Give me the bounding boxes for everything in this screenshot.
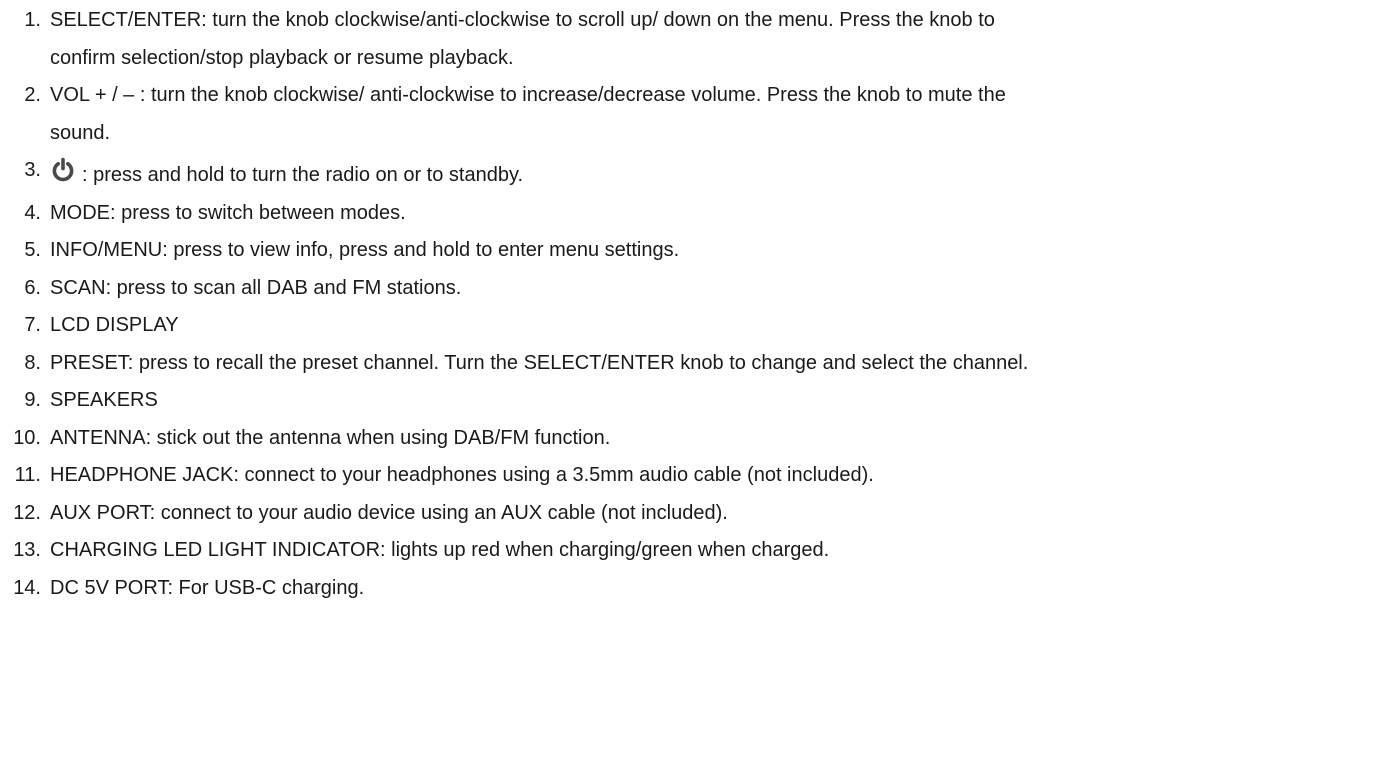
item-number: 7. [24, 314, 41, 336]
item-number: 14. [13, 576, 41, 599]
item-body: SELECT/ENTER: turn the knob clockwise/an… [50, 7, 1398, 71]
item-number: 13. [13, 539, 41, 561]
item-text-line: VOL + / – : turn the knob clockwise/ ant… [50, 84, 1006, 106]
list-item-14: 14. DC 5V PORT: For USB-C charging. [0, 575, 1398, 601]
item-body: : press and hold to turn the radio on or… [50, 157, 1398, 188]
list-item-2: 2. VOL + / – : turn the knob clockwise/ … [0, 82, 1398, 146]
list-item-10: 10. ANTENNA: stick out the antenna when … [0, 425, 1398, 451]
list-item-6: 6. SCAN: press to scan all DAB and FM st… [0, 275, 1398, 301]
item-text: PRESET: press to recall the preset chann… [50, 351, 1029, 374]
list-item-3: 3. : press and hold to turn the radio on… [0, 157, 1398, 188]
list-item-5: 5. INFO/MENU: press to view info, press … [0, 237, 1398, 263]
item-text-line: confirm selection/stop playback or resum… [50, 46, 514, 69]
item-number: 5. [24, 239, 41, 261]
item-number: 1. [24, 9, 41, 31]
item-number: 12. [13, 501, 41, 524]
item-number: 6. [24, 276, 41, 299]
item-number: 9. [24, 389, 41, 411]
list-item-1: 1. SELECT/ENTER: turn the knob clockwise… [0, 7, 1398, 71]
item-text-line: sound. [50, 121, 111, 144]
item-text: ANTENNA: stick out the antenna when usin… [50, 426, 611, 449]
controls-list: 1. SELECT/ENTER: turn the knob clockwise… [0, 7, 1398, 601]
list-item-13: 13. CHARGING LED LIGHT INDICATOR: lights… [0, 537, 1398, 563]
manual-page: 1. SELECT/ENTER: turn the knob clockwise… [0, 0, 1398, 764]
item-text: SCAN: press to scan all DAB and FM stati… [50, 276, 462, 299]
item-number: 3. [24, 159, 41, 181]
item-text-line: SELECT/ENTER: turn the knob clockwise/an… [50, 9, 995, 31]
list-item-8: 8. PRESET: press to recall the preset ch… [0, 350, 1398, 376]
item-number: 2. [24, 84, 41, 106]
power-icon [50, 157, 76, 183]
item-number: 10. [13, 426, 41, 449]
item-number: 11. [14, 464, 41, 486]
item-text: SPEAKERS [50, 389, 158, 411]
item-number: 4. [24, 201, 41, 224]
list-item-11: 11. HEADPHONE JACK: connect to your head… [0, 462, 1398, 488]
item-text: INFO/MENU: press to view info, press and… [50, 239, 680, 261]
list-item-12: 12. AUX PORT: connect to your audio devi… [0, 500, 1398, 526]
item-text: MODE: press to switch between modes. [50, 201, 406, 224]
item-text: HEADPHONE JACK: connect to your headphon… [50, 464, 874, 486]
item-text: AUX PORT: connect to your audio device u… [50, 501, 728, 524]
item-number: 8. [24, 351, 41, 374]
item-text: : press and hold to turn the radio on or… [82, 164, 524, 186]
list-item-7: 7. LCD DISPLAY [0, 312, 1398, 338]
item-text: CHARGING LED LIGHT INDICATOR: lights up … [50, 539, 830, 561]
item-text: LCD DISPLAY [50, 314, 179, 336]
item-text: DC 5V PORT: For USB-C charging. [50, 576, 365, 599]
list-item-9: 9. SPEAKERS [0, 387, 1398, 413]
list-item-4: 4. MODE: press to switch between modes. [0, 200, 1398, 226]
item-body: VOL + / – : turn the knob clockwise/ ant… [50, 82, 1398, 146]
